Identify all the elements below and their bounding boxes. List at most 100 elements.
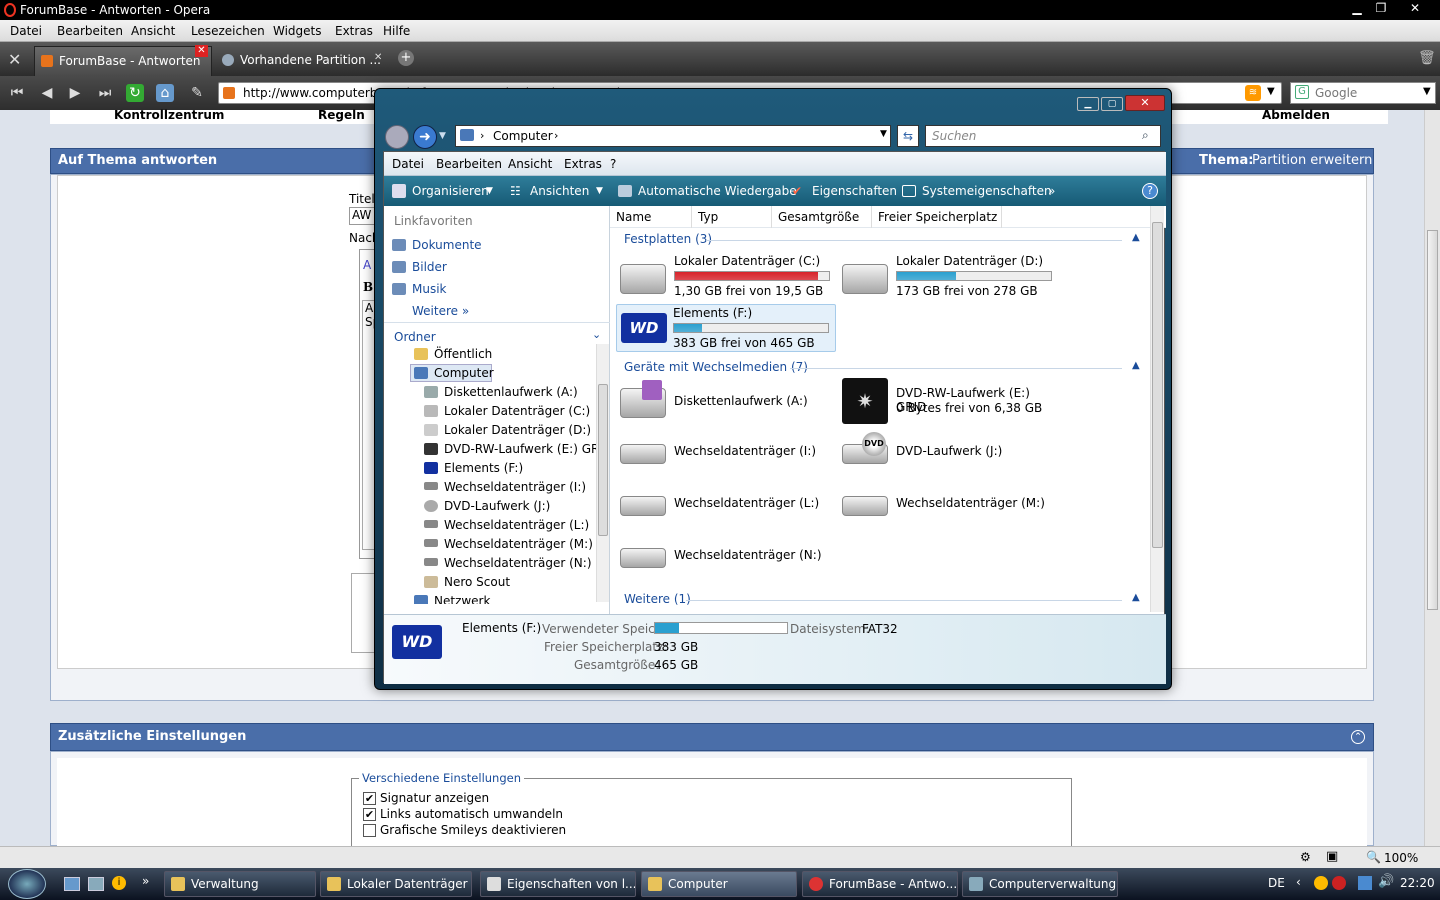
- chevron-down-icon[interactable]: ▼: [596, 186, 603, 196]
- fast-forward-icon[interactable]: ⏭: [96, 84, 114, 102]
- tab-close-icon[interactable]: ✕: [374, 44, 382, 72]
- content-scrollbar[interactable]: [1150, 206, 1164, 612]
- info-icon[interactable]: i: [112, 876, 126, 890]
- tree-drive-c[interactable]: Lokaler Datenträger (C:): [444, 404, 590, 418]
- page-scrollbar[interactable]: [1424, 110, 1440, 846]
- link-documents[interactable]: Dokumente: [412, 238, 482, 252]
- system-properties-button[interactable]: Systemeigenschaften: [922, 184, 1052, 198]
- quicklaunch-more-icon[interactable]: »: [142, 874, 149, 888]
- font-icon[interactable]: A: [363, 258, 371, 272]
- network-tray-icon[interactable]: [1358, 876, 1372, 890]
- drive-n-tile[interactable]: Wechseldatenträger (N:): [618, 536, 838, 582]
- breadcrumb-computer[interactable]: Computer: [493, 129, 553, 143]
- tree-floppy[interactable]: Diskettenlaufwerk (A:): [444, 385, 578, 399]
- antivirus-tray-icon[interactable]: [1332, 876, 1346, 890]
- forward-icon[interactable]: ▶: [66, 84, 84, 102]
- collapse-icon[interactable]: ▲: [1132, 592, 1140, 603]
- minimize-button[interactable]: ▁: [1346, 0, 1368, 16]
- group-other[interactable]: Weitere (1): [624, 592, 691, 606]
- camera-icon[interactable]: ▣: [1326, 849, 1338, 864]
- tree-drive-l[interactable]: Wechseldatenträger (L:): [444, 518, 589, 532]
- switch-windows-icon[interactable]: [88, 877, 104, 891]
- refresh-icon[interactable]: ⇆: [897, 125, 919, 147]
- nav-regeln[interactable]: Regeln: [318, 108, 365, 122]
- tray-expand-icon[interactable]: ‹: [1296, 875, 1301, 889]
- organize-button[interactable]: Organisieren: [412, 184, 489, 198]
- panel-toggle-icon[interactable]: ✕: [8, 50, 21, 69]
- volume-icon[interactable]: 🔊: [1378, 874, 1394, 889]
- menu-extras[interactable]: Extras: [564, 157, 602, 171]
- scroll-thumb[interactable]: [1427, 230, 1438, 610]
- collapse-icon[interactable]: ⌃: [1351, 730, 1365, 744]
- breadcrumb-chevron-icon[interactable]: ›: [554, 129, 558, 142]
- checkbox[interactable]: ✔: [363, 792, 376, 805]
- tree-drive-m[interactable]: Wechseldatenträger (M:): [444, 537, 593, 551]
- tree-drive-i[interactable]: Wechseldatenträger (I:): [444, 480, 586, 494]
- minimize-button[interactable]: ▁: [1077, 97, 1099, 111]
- start-button[interactable]: [8, 869, 46, 899]
- column-free[interactable]: Freier Speicherplatz: [872, 206, 1002, 228]
- drive-l-tile[interactable]: Wechseldatenträger (L:): [618, 484, 838, 530]
- scroll-thumb[interactable]: [598, 384, 608, 536]
- maximize-button[interactable]: ▢: [1101, 97, 1123, 111]
- tab-forumbase[interactable]: ForumBase - Antworten ✕: [34, 45, 212, 76]
- extra-settings-header[interactable]: Zusätzliche Einstellungen ⌃: [50, 723, 1374, 751]
- menu-ansicht[interactable]: Ansicht: [131, 24, 175, 38]
- home-icon[interactable]: ⌂: [156, 84, 174, 102]
- link-music[interactable]: Musik: [412, 282, 447, 296]
- tree-drive-n[interactable]: Wechseldatenträger (N:): [444, 556, 592, 570]
- tree-drive-j[interactable]: DVD-Laufwerk (J:): [444, 499, 550, 513]
- task-eigenschaften[interactable]: Eigenschaften von l...: [480, 871, 636, 897]
- checkbox[interactable]: ✔: [363, 808, 376, 821]
- task-lokaler-datentraeger[interactable]: Lokaler Datenträger ...: [320, 871, 472, 897]
- collapse-icon[interactable]: ▲: [1132, 360, 1140, 371]
- web-search-field[interactable]: G Google ▼: [1290, 82, 1436, 104]
- drive-c-tile[interactable]: Lokaler Datenträger (C:) 1,30 GB frei vo…: [618, 254, 838, 300]
- chevron-down-icon[interactable]: ⌄: [592, 328, 601, 341]
- new-tab-icon[interactable]: +: [398, 50, 414, 66]
- tree-network[interactable]: Netzwerk: [434, 594, 490, 604]
- menu-widgets[interactable]: Widgets: [273, 24, 322, 38]
- group-removable[interactable]: Geräte mit Wechselmedien (7): [624, 360, 808, 374]
- drive-f-tile[interactable]: WD Elements (F:) 383 GB frei von 465 GB: [616, 304, 836, 352]
- tree-drive-d[interactable]: Lokaler Datenträger (D:): [444, 423, 591, 437]
- more-chevron-icon[interactable]: »: [1048, 184, 1055, 198]
- menu-extras[interactable]: Extras: [335, 24, 373, 38]
- tab-partition[interactable]: Vorhandene Partition ... ✕: [216, 46, 392, 76]
- nav-kontrollzentrum[interactable]: Kontrollzentrum: [114, 108, 224, 122]
- reload-icon[interactable]: ↻: [126, 84, 144, 102]
- menu-datei[interactable]: Datei: [392, 157, 424, 171]
- tree-drive-f[interactable]: Elements (F:): [444, 461, 523, 475]
- chevron-down-icon[interactable]: ▼: [1267, 86, 1275, 97]
- drive-d-tile[interactable]: Lokaler Datenträger (D:) 173 GB frei von…: [840, 254, 1060, 300]
- edit-icon[interactable]: ✎: [188, 84, 206, 102]
- nav-abmelden[interactable]: Abmelden: [1262, 108, 1330, 122]
- restore-button[interactable]: ❐: [1370, 0, 1392, 16]
- folders-title[interactable]: Ordner: [394, 330, 436, 344]
- properties-button[interactable]: Eigenschaften: [812, 184, 897, 198]
- show-desktop-icon[interactable]: [64, 877, 80, 891]
- views-button[interactable]: Ansichten: [530, 184, 589, 198]
- checkbox[interactable]: [363, 824, 376, 837]
- breadcrumb-chevron-icon[interactable]: ›: [480, 129, 484, 142]
- tree-nero-scout[interactable]: Nero Scout: [444, 575, 510, 589]
- drive-m-tile[interactable]: Wechseldatenträger (M:): [840, 484, 1060, 530]
- tree-drive-e[interactable]: DVD-RW-Laufwerk (E:) GRID: [444, 442, 596, 456]
- back-icon[interactable]: ◀: [38, 84, 56, 102]
- menu-hilfe[interactable]: Hilfe: [383, 24, 410, 38]
- group-harddisks[interactable]: Festplatten (3): [624, 232, 712, 246]
- zoom-level[interactable]: 100%: [1384, 851, 1418, 865]
- column-type[interactable]: Typ: [692, 206, 772, 228]
- menu-bearbeiten[interactable]: Bearbeiten: [57, 24, 123, 38]
- chevron-down-icon[interactable]: ▼: [880, 129, 887, 139]
- task-computer[interactable]: Computer: [641, 871, 797, 897]
- forward-icon[interactable]: ➜: [413, 125, 437, 149]
- menu-datei[interactable]: Datei: [10, 24, 42, 38]
- column-name[interactable]: Name: [610, 206, 692, 228]
- scroll-thumb[interactable]: [1152, 222, 1163, 548]
- link-pictures[interactable]: Bilder: [412, 260, 447, 274]
- search-icon[interactable]: ⌕: [1142, 128, 1149, 143]
- close-button[interactable]: ✕: [1125, 95, 1165, 111]
- drive-e-tile[interactable]: ✷ DVD-RW-Laufwerk (E:) GRID 0 Bytes frei…: [840, 378, 1060, 426]
- rss-feed-icon[interactable]: ≋: [1245, 85, 1261, 101]
